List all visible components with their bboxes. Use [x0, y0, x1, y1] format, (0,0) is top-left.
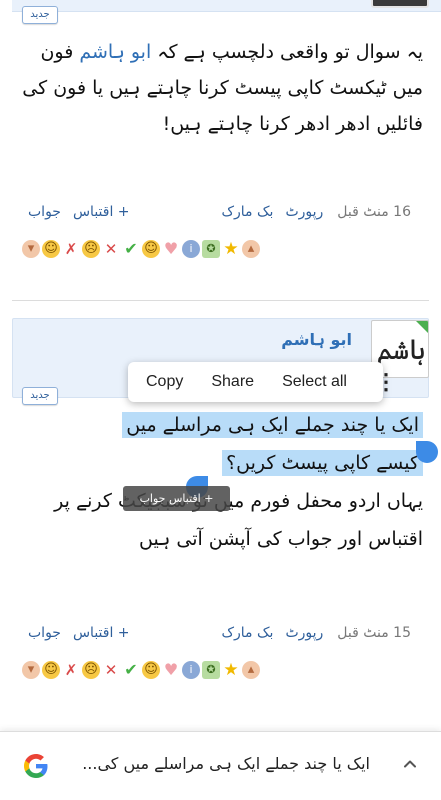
winner-icon[interactable]: ✪ [202, 240, 220, 258]
google-g-icon [24, 754, 48, 778]
heart-icon[interactable]: ♥ [162, 661, 180, 679]
select-all-button[interactable]: Select all [282, 373, 347, 391]
post1-quote-button[interactable]: + اقتباس [73, 204, 130, 220]
post1-reactions: ▾ ☺ ✗ ☹ ✕ ✔ ☺ ♥ i ✪ ★ ▴ [22, 239, 282, 259]
post1-time[interactable]: 16 منٹ قبل [337, 204, 411, 220]
post2-reactions: ▾ ☺ ✗ ☹ ✕ ✔ ☺ ♥ i ✪ ★ ▴ [22, 660, 282, 680]
sad-icon[interactable]: ☹ [82, 661, 100, 679]
heart-icon[interactable]: ♥ [162, 240, 180, 258]
post2-meta: 15 منٹ قبل رپورٹ بک مارک + اقتباس جواب [28, 622, 411, 644]
thumbs-down-icon[interactable]: ▾ [22, 661, 40, 679]
post1-body: یہ سوال تو واقعی دلچسپ ہے کہ ابو ہاشم فو… [18, 34, 423, 142]
post1-meta: 16 منٹ قبل رپورٹ بک مارک + اقتباس جواب [28, 201, 411, 223]
disagree-icon[interactable]: ✕ [102, 240, 120, 258]
laugh-icon[interactable]: ☺ [42, 240, 60, 258]
info-icon[interactable]: i [182, 661, 200, 679]
search-query-text[interactable]: ایک یا چند جملے ایک ہی مراسلے میں کی... [74, 754, 370, 773]
post2-body: ایک یا چند جملے ایک ہی مراسلے میں کیسے ک… [18, 406, 423, 558]
laugh-icon[interactable]: ☺ [42, 661, 60, 679]
no-icon[interactable]: ✗ [62, 240, 80, 258]
post2-new-badge: جدید [22, 387, 58, 405]
post2-author-name[interactable]: ابو ہاشم [281, 330, 352, 349]
post1-text-a: یہ سوال تو واقعی دلچسپ ہے کہ [151, 41, 423, 63]
text-selection-menu: Copy Share Select all ⋮ [128, 362, 397, 402]
winner-icon[interactable]: ✪ [202, 661, 220, 679]
post-divider [12, 300, 429, 301]
chevron-up-icon[interactable] [400, 754, 420, 774]
selection-end-handle[interactable] [416, 441, 438, 463]
post2-reply-button[interactable]: جواب [28, 625, 61, 641]
post1-author-link[interactable]: ابو ہاشم [79, 41, 151, 63]
selected-text-line1[interactable]: ایک یا چند جملے ایک ہی مراسلے میں [122, 412, 423, 438]
selected-text-line2[interactable]: کیسے کاپی پیسٹ کریں؟ [222, 450, 423, 476]
info-icon[interactable]: i [182, 240, 200, 258]
smile-icon[interactable]: ☺ [142, 661, 160, 679]
check-icon[interactable]: ✔ [122, 661, 140, 679]
thumbs-up-icon[interactable]: ▴ [242, 240, 260, 258]
thumbs-down-icon[interactable]: ▾ [22, 240, 40, 258]
share-button[interactable]: Share [211, 373, 254, 391]
thumbs-up-icon[interactable]: ▴ [242, 661, 260, 679]
quote-reply-tooltip[interactable]: + اقتباس جواب [123, 486, 230, 511]
post2-bookmark-link[interactable]: بک مارک [222, 625, 274, 641]
post1-bookmark-link[interactable]: بک مارک [222, 204, 274, 220]
post1-new-badge: جدید [22, 6, 58, 24]
disagree-icon[interactable]: ✕ [102, 661, 120, 679]
copy-button[interactable]: Copy [146, 373, 183, 391]
post1-avatar[interactable] [371, 0, 429, 8]
sad-icon[interactable]: ☹ [82, 240, 100, 258]
post2-quote-button[interactable]: + اقتباس [73, 625, 130, 641]
post2-report-link[interactable]: رپورٹ [285, 625, 323, 641]
star-icon[interactable]: ★ [222, 661, 240, 679]
star-icon[interactable]: ★ [222, 240, 240, 258]
check-icon[interactable]: ✔ [122, 240, 140, 258]
smile-icon[interactable]: ☺ [142, 240, 160, 258]
post1-reply-button[interactable]: جواب [28, 204, 61, 220]
more-options-icon[interactable]: ⋮ [375, 371, 397, 393]
no-icon[interactable]: ✗ [62, 661, 80, 679]
avatar-calligraphy: ہاشم [376, 333, 426, 366]
post2-time[interactable]: 15 منٹ قبل [337, 625, 411, 641]
google-search-bar[interactable]: ایک یا چند جملے ایک ہی مراسلے میں کی... [0, 731, 441, 800]
post1-report-link[interactable]: رپورٹ [285, 204, 323, 220]
